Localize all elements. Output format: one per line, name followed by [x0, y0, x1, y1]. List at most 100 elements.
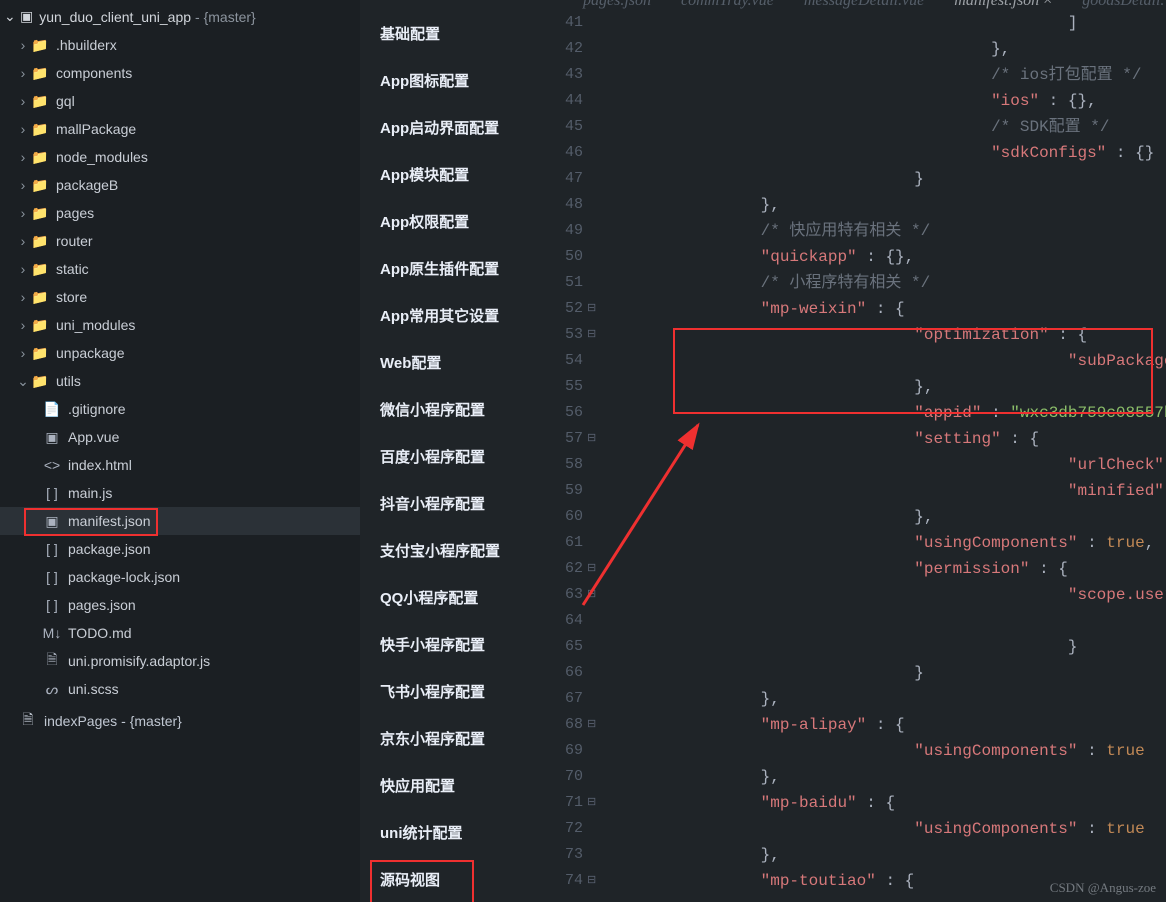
- tree-item-label: components: [56, 65, 132, 81]
- config-nav-item[interactable]: 抖音小程序配置: [360, 480, 543, 527]
- secondary-root[interactable]: 🗎 indexPages - {master}: [0, 703, 360, 733]
- config-nav-item[interactable]: App图标配置: [360, 57, 543, 104]
- code-line[interactable]: "usingComponents" : true: [607, 816, 1166, 842]
- config-nav-item[interactable]: 微信小程序配置: [360, 386, 543, 433]
- code-line[interactable]: "desc" : "获取您的地理位置信息": [607, 608, 1166, 634]
- code-line[interactable]: "setting" : {: [607, 426, 1166, 452]
- code-line[interactable]: "usingComponents" : true,: [607, 530, 1166, 556]
- code-editor[interactable]: pages.json commTray.vue messageDetail.vue m…: [543, 0, 1166, 902]
- code-line[interactable]: "scope.userLocation" : {: [607, 582, 1166, 608]
- config-nav-item[interactable]: 飞书小程序配置: [360, 668, 543, 715]
- file-App.vue[interactable]: ▣App.vue: [0, 423, 360, 451]
- code-line[interactable]: }: [607, 634, 1166, 660]
- folder-router[interactable]: ›📁router: [0, 227, 360, 255]
- project-root[interactable]: ⌄ ▣ yun_duo_client_uni_app - {master}: [0, 4, 360, 31]
- fold-toggle-icon[interactable]: ⊟: [587, 322, 605, 348]
- code-line[interactable]: "mp-weixin" : {: [607, 296, 1166, 322]
- fold-spacer: [587, 36, 605, 62]
- fold-toggle-icon[interactable]: ⊟: [587, 790, 605, 816]
- fold-toggle-icon[interactable]: ⊟: [587, 712, 605, 738]
- editor-tab[interactable]: commTray.vue: [681, 0, 774, 10]
- config-nav-item[interactable]: uni统计配置: [360, 809, 543, 856]
- file-explorer[interactable]: ⌄ ▣ yun_duo_client_uni_app - {master} ›📁…: [0, 0, 360, 902]
- folder-unpackage[interactable]: ›📁unpackage: [0, 339, 360, 367]
- code-line[interactable]: "permission" : {: [607, 556, 1166, 582]
- code-line[interactable]: "minified" : true: [607, 478, 1166, 504]
- config-nav-item[interactable]: 支付宝小程序配置: [360, 527, 543, 574]
- config-nav-item[interactable]: QQ小程序配置: [360, 574, 543, 621]
- folder-node_modules[interactable]: ›📁node_modules: [0, 143, 360, 171]
- code-line[interactable]: },: [607, 192, 1166, 218]
- file-package.json[interactable]: [ ]package.json: [0, 535, 360, 563]
- editor-tab[interactable]: goodsDetail.vue: [1082, 0, 1166, 10]
- fold-toggle-icon[interactable]: ⊟: [587, 426, 605, 452]
- config-nav-item[interactable]: 京东小程序配置: [360, 715, 543, 762]
- folder-mallPackage[interactable]: ›📁mallPackage: [0, 115, 360, 143]
- code-line[interactable]: }: [607, 166, 1166, 192]
- file-TODO.md[interactable]: M↓TODO.md: [0, 619, 360, 647]
- folder-pages[interactable]: ›📁pages: [0, 199, 360, 227]
- line-number: 70: [543, 764, 587, 790]
- fold-toggle-icon[interactable]: ⊟: [587, 868, 605, 894]
- file-uni.promisify.adaptor.js[interactable]: 🗎uni.promisify.adaptor.js: [0, 647, 360, 675]
- folder-icon: 📁: [30, 373, 50, 390]
- code-line[interactable]: /* 快应用特有相关 */: [607, 218, 1166, 244]
- config-nav-item[interactable]: 快手小程序配置: [360, 621, 543, 668]
- code-line[interactable]: },: [607, 36, 1166, 62]
- file-manifest.json[interactable]: ▣manifest.json: [0, 507, 360, 535]
- code-line[interactable]: "mp-alipay" : {: [607, 712, 1166, 738]
- file-.gitignore[interactable]: 📄.gitignore: [0, 395, 360, 423]
- line-number: 74: [543, 868, 587, 894]
- code-line[interactable]: },: [607, 686, 1166, 712]
- file-index.html[interactable]: <>index.html: [0, 451, 360, 479]
- code-line[interactable]: "ios" : {},: [607, 88, 1166, 114]
- code-line[interactable]: },: [607, 504, 1166, 530]
- line-number: 60: [543, 504, 587, 530]
- editor-tab[interactable]: messageDetail.vue: [804, 0, 924, 10]
- code-line[interactable]: ]: [607, 10, 1166, 36]
- folder-utils[interactable]: ⌄📁utils: [0, 367, 360, 395]
- folder-uni_modules[interactable]: ›📁uni_modules: [0, 311, 360, 339]
- code-line[interactable]: /* ios打包配置 */: [607, 62, 1166, 88]
- code-line[interactable]: },: [607, 764, 1166, 790]
- folder-store[interactable]: ›📁store: [0, 283, 360, 311]
- code-line[interactable]: /* 小程序特有相关 */: [607, 270, 1166, 296]
- editor-tabbar[interactable]: pages.json commTray.vue messageDetail.vue m…: [543, 0, 1166, 10]
- editor-tab[interactable]: pages.json: [583, 0, 651, 10]
- config-nav-item[interactable]: 百度小程序配置: [360, 433, 543, 480]
- code-line[interactable]: "urlCheck" : false,: [607, 452, 1166, 478]
- fold-toggle-icon[interactable]: ⊟: [587, 296, 605, 322]
- config-nav-item[interactable]: Web配置: [360, 339, 543, 386]
- file-main.js[interactable]: [ ]main.js: [0, 479, 360, 507]
- code-line[interactable]: },: [607, 842, 1166, 868]
- config-nav-item[interactable]: 快应用配置: [360, 762, 543, 809]
- code-line[interactable]: "quickapp" : {},: [607, 244, 1166, 270]
- config-nav-item[interactable]: 基础配置: [360, 10, 543, 57]
- fold-toggle-icon[interactable]: ⊟: [587, 582, 605, 608]
- folder-static[interactable]: ›📁static: [0, 255, 360, 283]
- code-line[interactable]: "usingComponents" : true: [607, 738, 1166, 764]
- config-nav-item[interactable]: App原生插件配置: [360, 245, 543, 292]
- editor-tab[interactable]: manifest.json×: [954, 0, 1052, 10]
- code-line[interactable]: "mp-baidu" : {: [607, 790, 1166, 816]
- secondary-root-label: indexPages: [44, 713, 117, 729]
- config-nav-item[interactable]: App启动界面配置: [360, 104, 543, 151]
- close-icon[interactable]: ×: [1043, 0, 1052, 9]
- folder-components[interactable]: ›📁components: [0, 59, 360, 87]
- code-line[interactable]: }: [607, 660, 1166, 686]
- fold-toggle-icon[interactable]: ⊟: [587, 556, 605, 582]
- folder-gql[interactable]: ›📁gql: [0, 87, 360, 115]
- file-package-lock.json[interactable]: [ ]package-lock.json: [0, 563, 360, 591]
- code-line[interactable]: "sdkConfigs" : {}: [607, 140, 1166, 166]
- folder-.hbuilderx[interactable]: ›📁.hbuilderx: [0, 31, 360, 59]
- file-uni.scss[interactable]: ᔕuni.scss: [0, 675, 360, 703]
- config-nav-item[interactable]: App模块配置: [360, 151, 543, 198]
- code-line[interactable]: /* SDK配置 */: [607, 114, 1166, 140]
- code-area[interactable]: ] }, /* ios打包配置 */ "ios" : {}, /* SDK配置 …: [607, 10, 1166, 894]
- manifest-config-nav[interactable]: 基础配置App图标配置App启动界面配置App模块配置App权限配置App原生插…: [360, 0, 543, 902]
- file-pages.json[interactable]: [ ]pages.json: [0, 591, 360, 619]
- folder-packageB[interactable]: ›📁packageB: [0, 171, 360, 199]
- config-nav-item[interactable]: App权限配置: [360, 198, 543, 245]
- config-nav-item[interactable]: 源码视图: [360, 856, 543, 902]
- config-nav-item[interactable]: App常用其它设置: [360, 292, 543, 339]
